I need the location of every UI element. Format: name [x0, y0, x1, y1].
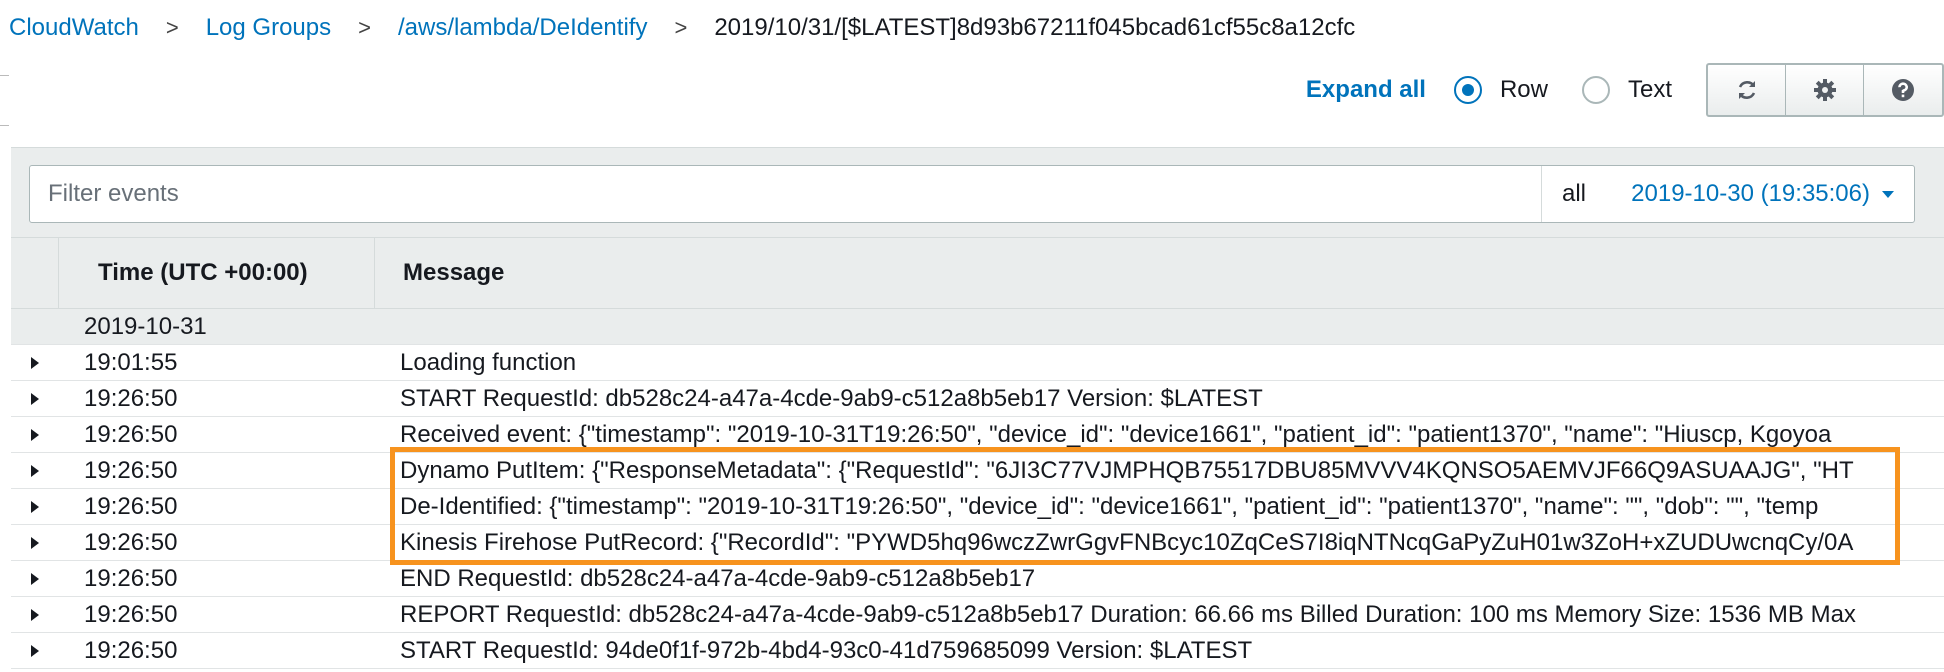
caret-right-icon — [31, 428, 39, 441]
caret-right-icon — [31, 572, 39, 585]
expand-column-header — [11, 238, 59, 308]
time-column-label: Time (UTC +00:00) — [98, 259, 308, 286]
caret-right-icon — [31, 356, 39, 369]
caret-right-icon — [31, 464, 39, 477]
event-time: 19:26:50 — [84, 492, 178, 520]
row-expand-toggle[interactable] — [11, 345, 59, 380]
left-edge-tick — [0, 125, 9, 126]
filter-panel: all 2019-10-30 (19:35:06) — [11, 147, 1944, 237]
caret-right-icon — [31, 608, 39, 621]
row-expand-toggle[interactable] — [11, 417, 59, 452]
event-time: 19:26:50 — [84, 528, 178, 556]
text-view-label[interactable]: Text — [1628, 76, 1672, 104]
table-row[interactable]: 19:01:55 Loading function — [11, 345, 1944, 381]
breadcrumb-current-stream: 2019/10/31/[$LATEST]8d93b67211f045bcad61… — [714, 14, 1356, 41]
help-icon — [1892, 79, 1914, 101]
row-expand-toggle[interactable] — [11, 525, 59, 560]
refresh-icon — [1738, 81, 1755, 99]
event-time: 19:26:50 — [84, 456, 178, 484]
event-time: 19:26:50 — [84, 636, 178, 664]
caret-right-icon — [31, 536, 39, 549]
time-column-header[interactable]: Time (UTC +00:00) — [59, 238, 375, 308]
row-expand-toggle[interactable] — [11, 453, 59, 488]
time-range-selector[interactable]: all 2019-10-30 (19:35:06) — [1541, 166, 1914, 222]
gear-icon — [1813, 79, 1836, 101]
event-time: 19:01:55 — [84, 348, 178, 376]
date-group-row: 2019-10-31 — [11, 309, 1944, 345]
row-expand-toggle[interactable] — [11, 561, 59, 596]
event-message: Loading function — [400, 348, 577, 376]
filter-bar: all 2019-10-30 (19:35:06) — [29, 165, 1915, 223]
table-row[interactable]: 19:26:50 De-Identified: {"timestamp": "2… — [11, 489, 1944, 525]
event-message: Kinesis Firehose PutRecord: {"RecordId":… — [400, 528, 1854, 556]
row-expand-toggle[interactable] — [11, 633, 59, 668]
breadcrumb-log-groups[interactable]: Log Groups — [206, 14, 331, 42]
time-range-all-option[interactable]: all — [1562, 180, 1586, 208]
toolbar: Expand all Row Text — [1306, 63, 1944, 117]
breadcrumb-log-group[interactable]: /aws/lambda/DeIdentify — [398, 14, 647, 42]
log-events-table: Time (UTC +00:00) Message 2019-10-31 19:… — [11, 237, 1944, 669]
event-message: END RequestId: db528c24-a47a-4cde-9ab9-c… — [400, 564, 1036, 592]
row-expand-toggle[interactable] — [11, 597, 59, 632]
caret-down-icon — [1882, 190, 1894, 198]
view-mode-radio-group: Row Text — [1453, 76, 1706, 104]
event-message: START RequestId: 94de0f1f-972b-4bd4-93c0… — [400, 636, 1253, 664]
event-message: START RequestId: db528c24-a47a-4cde-9ab9… — [400, 384, 1263, 412]
caret-right-icon — [31, 644, 39, 657]
row-expand-toggle[interactable] — [11, 489, 59, 524]
event-time: 19:26:50 — [84, 564, 178, 592]
time-range-date-dropdown[interactable]: 2019-10-30 (19:35:06) — [1631, 180, 1894, 208]
message-column-header: Message — [375, 259, 504, 287]
breadcrumb: CloudWatch > Log Groups > /aws/lambda/De… — [9, 10, 1355, 46]
event-message: Received event: {"timestamp": "2019-10-3… — [400, 420, 1832, 448]
event-message: REPORT RequestId: db528c24-a47a-4cde-9ab… — [400, 600, 1856, 628]
cloudwatch-log-events-page: CloudWatch > Log Groups > /aws/lambda/De… — [0, 0, 1944, 672]
caret-right-icon — [31, 392, 39, 405]
table-row[interactable]: 19:26:50 Kinesis Firehose PutRecord: {"R… — [11, 525, 1944, 561]
breadcrumb-cloudwatch[interactable]: CloudWatch — [9, 14, 139, 42]
table-row[interactable]: 19:26:50 REPORT RequestId: db528c24-a47a… — [11, 597, 1944, 633]
event-time: 19:26:50 — [84, 384, 178, 412]
expand-all-link[interactable]: Expand all — [1306, 76, 1426, 104]
refresh-button[interactable] — [1708, 65, 1786, 115]
row-expand-toggle[interactable] — [11, 381, 59, 416]
row-view-radio[interactable] — [1453, 76, 1482, 104]
row-view-label[interactable]: Row — [1500, 76, 1548, 104]
time-range-date-value: 2019-10-30 (19:35:06) — [1631, 180, 1870, 207]
caret-right-icon — [31, 500, 39, 513]
left-edge-tick — [0, 75, 9, 76]
event-time: 19:26:50 — [84, 420, 178, 448]
text-view-radio[interactable] — [1581, 76, 1610, 104]
table-row[interactable]: 19:26:50 START RequestId: 94de0f1f-972b-… — [11, 633, 1944, 669]
breadcrumb-separator: > — [674, 15, 688, 40]
help-button[interactable] — [1864, 65, 1942, 115]
filter-events-input[interactable] — [30, 166, 1541, 222]
breadcrumb-separator: > — [165, 15, 179, 40]
table-row[interactable]: 19:26:50 Dynamo PutItem: {"ResponseMetad… — [11, 453, 1944, 489]
action-button-group — [1706, 63, 1944, 117]
event-time: 19:26:50 — [84, 600, 178, 628]
message-column-label: Message — [403, 259, 505, 286]
breadcrumb-separator: > — [358, 15, 371, 40]
table-row[interactable]: 19:26:50 START RequestId: db528c24-a47a-… — [11, 381, 1944, 417]
table-row[interactable]: 19:26:50 Received event: {"timestamp": "… — [11, 417, 1944, 453]
date-group-label: 2019-10-31 — [84, 312, 207, 340]
event-message: Dynamo PutItem: {"ResponseMetadata": {"R… — [400, 456, 1854, 484]
settings-button[interactable] — [1786, 65, 1864, 115]
table-header: Time (UTC +00:00) Message — [11, 237, 1944, 309]
table-row[interactable]: 19:26:50 END RequestId: db528c24-a47a-4c… — [11, 561, 1944, 597]
event-message: De-Identified: {"timestamp": "2019-10-31… — [400, 492, 1819, 520]
